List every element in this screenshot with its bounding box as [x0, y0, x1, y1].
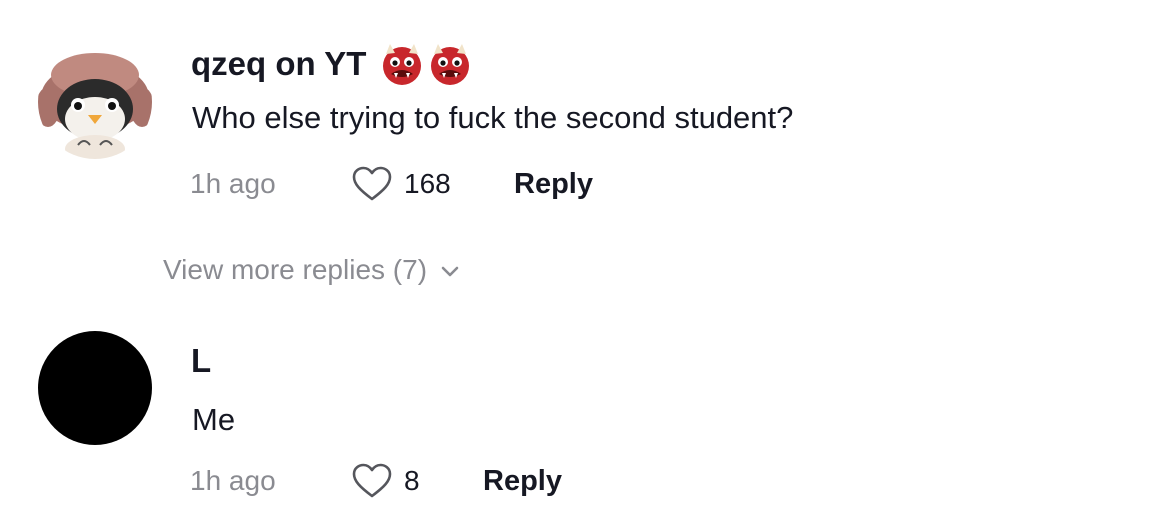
comment-text: Me: [192, 402, 236, 437]
chevron-down-icon: [441, 266, 459, 277]
comment-timestamp: 1h ago: [190, 168, 276, 199]
comment-text: Who else trying to fuck the second stude…: [192, 100, 794, 135]
avatar[interactable]: [38, 331, 152, 445]
ogre-emoji-icon: [431, 44, 470, 85]
username-text[interactable]: qzeq on YT: [191, 45, 366, 83]
ogre-emoji-icon: [383, 44, 422, 85]
avatar[interactable]: [38, 45, 152, 159]
heart-icon: [352, 166, 392, 201]
username-text[interactable]: L: [191, 342, 211, 380]
like-button[interactable]: 8: [352, 463, 420, 499]
comment-username[interactable]: L: [191, 342, 211, 380]
comment-username[interactable]: qzeq on YT: [191, 42, 472, 86]
heart-icon: [352, 463, 392, 498]
like-count: 168: [404, 168, 451, 199]
view-more-label: View more replies (7): [163, 254, 428, 285]
like-button[interactable]: 168: [352, 166, 451, 202]
reply-button[interactable]: Reply: [514, 168, 593, 201]
comment-timestamp: 1h ago: [190, 465, 276, 496]
view-more-replies-button[interactable]: View more replies (7): [163, 254, 459, 286]
like-count: 8: [404, 465, 420, 496]
reply-button[interactable]: Reply: [483, 465, 562, 498]
penguin-avatar-icon: [38, 45, 152, 159]
